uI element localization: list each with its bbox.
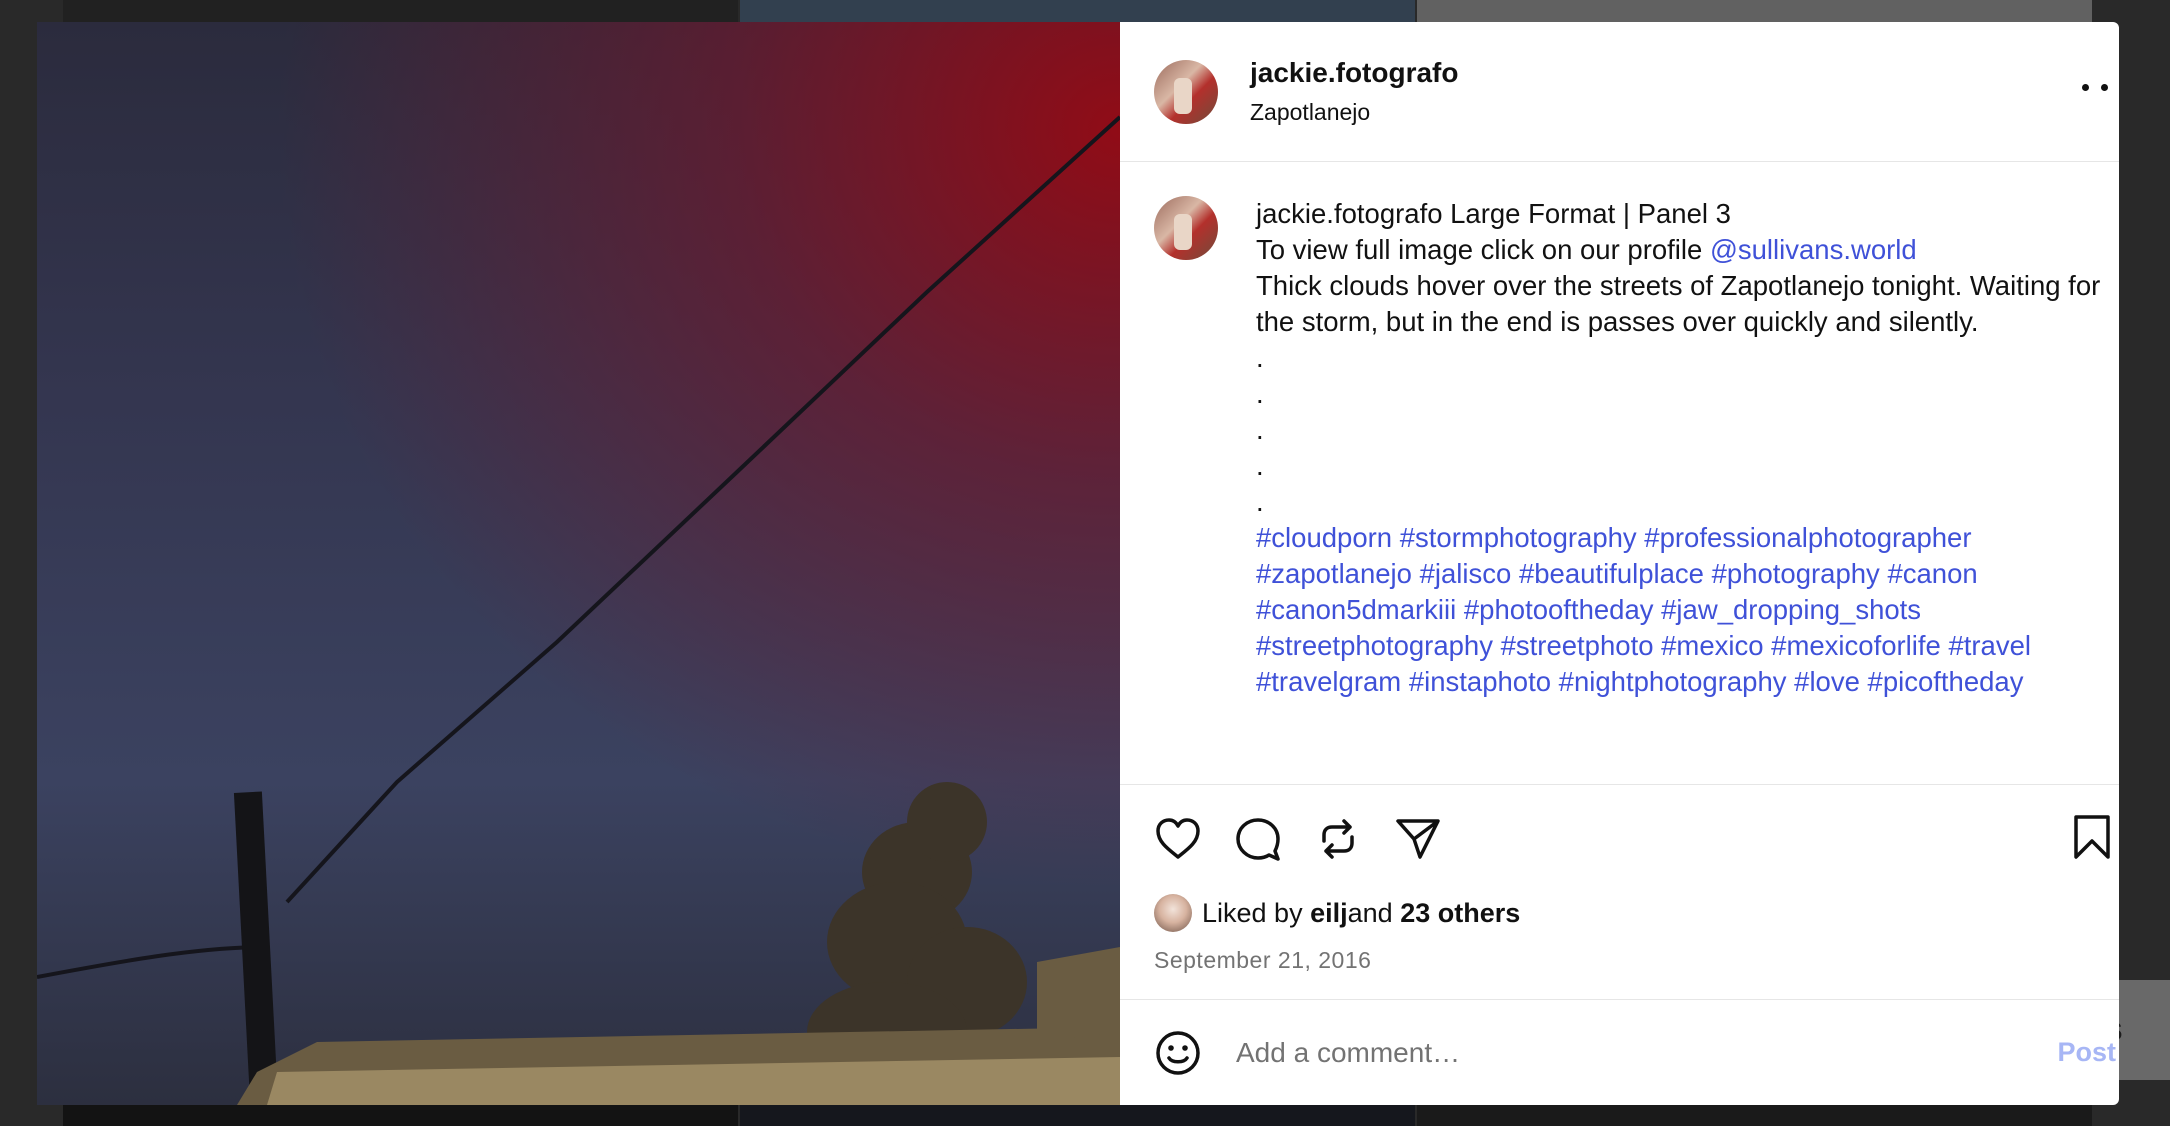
caption-line2: To view full image click on our profile — [1256, 234, 1710, 265]
photo-scene — [37, 115, 1120, 1105]
caption-dot: . — [1256, 342, 1264, 373]
repost-icon[interactable] — [1314, 815, 1362, 863]
caption-body: Thick clouds hover over the streets of Z… — [1256, 270, 2101, 337]
paper-plane-icon[interactable] — [1394, 815, 1442, 863]
likes-middle: and — [1347, 897, 1393, 928]
comment-bar: Post — [1120, 999, 2119, 1105]
mention-link[interactable]: @sullivans.world — [1710, 234, 1917, 265]
more-options-icon[interactable] — [2082, 72, 2119, 102]
caption-section: jackie.fotografo Large Format | Panel 3 … — [1120, 162, 2119, 785]
heart-icon[interactable] — [1154, 815, 1202, 863]
action-bar — [1120, 785, 2119, 893]
post-side-panel: jackie.fotografo Zapotlanejo jackie.foto… — [1120, 22, 2119, 1105]
caption-dot: . — [1256, 450, 1264, 481]
caption-avatar[interactable] — [1154, 196, 1218, 260]
post-date[interactable]: September 21, 2016 — [1120, 947, 2119, 974]
post-photo[interactable] — [37, 22, 1120, 1105]
comment-bubble-icon[interactable] — [1234, 815, 1282, 863]
likes-others[interactable]: 23 others — [1400, 898, 1520, 929]
caption-dot: . — [1256, 414, 1264, 445]
post-modal: jackie.fotografo Zapotlanejo jackie.foto… — [37, 22, 2119, 1105]
author-username[interactable]: jackie.fotografo — [1250, 57, 1458, 89]
author-avatar[interactable] — [1154, 59, 1218, 124]
comment-input[interactable] — [1234, 1035, 2058, 1070]
liker-username[interactable]: eilj — [1310, 898, 1348, 929]
likes-summary: Liked by eilj and 23 others — [1120, 893, 2119, 933]
post-location[interactable]: Zapotlanejo — [1250, 99, 1458, 126]
caption-dot: . — [1256, 378, 1264, 409]
caption-title: Large Format | Panel 3 — [1442, 198, 1731, 229]
caption-dot: . — [1256, 486, 1264, 517]
caption-username[interactable]: jackie.fotografo — [1256, 198, 1443, 229]
caption-text: jackie.fotografo Large Format | Panel 3 … — [1256, 196, 2116, 784]
author-info: jackie.fotografo Zapotlanejo — [1250, 57, 1458, 126]
bookmark-icon[interactable] — [2068, 813, 2116, 861]
post-header: jackie.fotografo Zapotlanejo — [1120, 22, 2119, 162]
post-button[interactable]: Post — [2057, 1037, 2116, 1068]
smiley-icon[interactable] — [1154, 1029, 1202, 1077]
likes-prefix: Liked by — [1202, 897, 1303, 928]
liker-avatar[interactable] — [1154, 894, 1192, 932]
hashtags[interactable]: #cloudporn #stormphotography #profession… — [1256, 522, 2031, 697]
